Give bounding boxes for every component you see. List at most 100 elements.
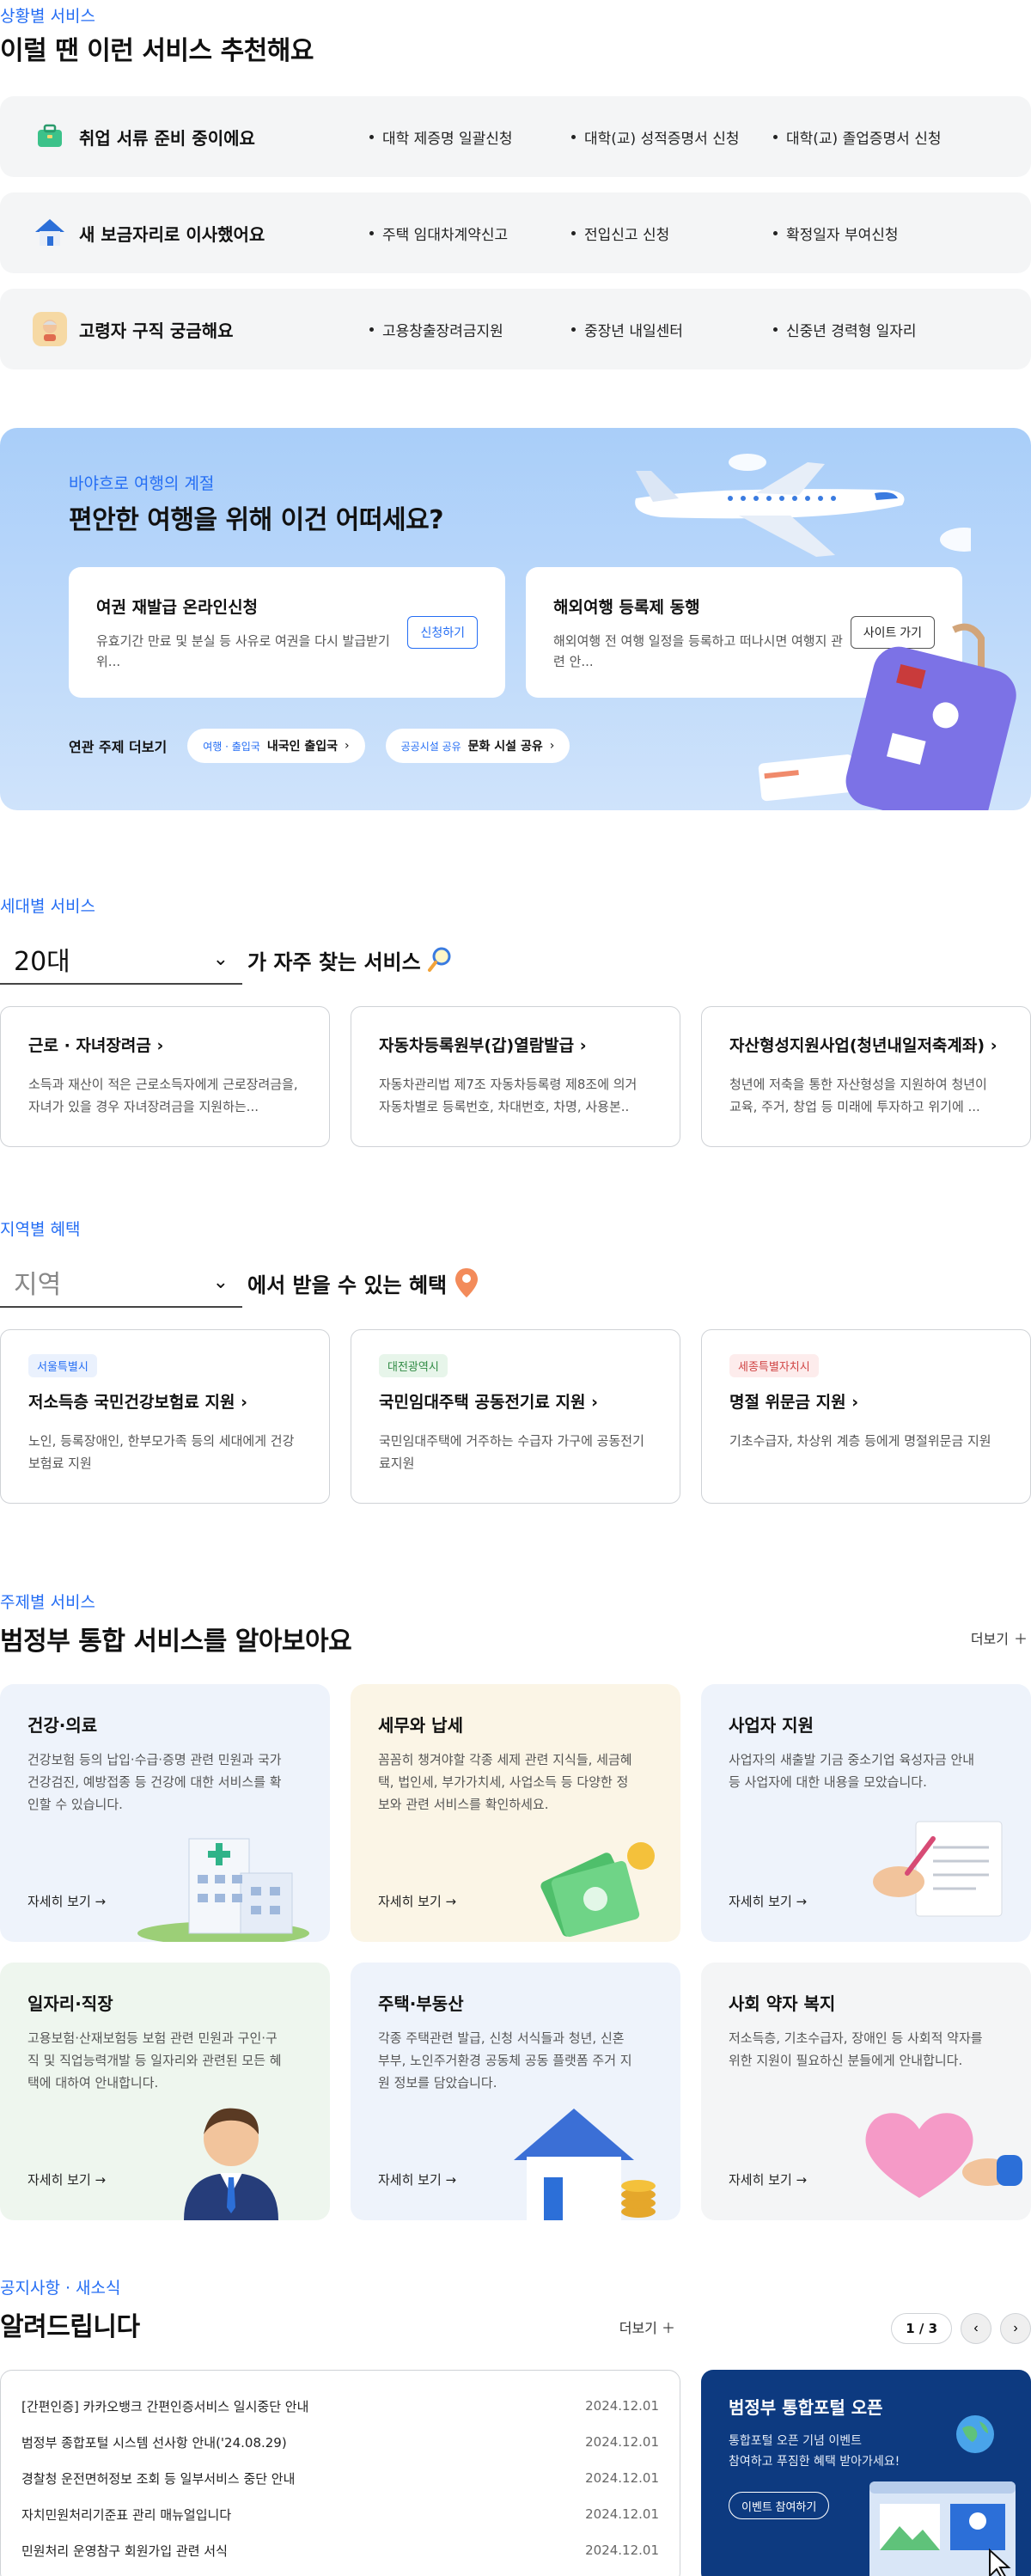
travel-eyebrow: 바야흐로 여행의 계절 bbox=[69, 474, 215, 493]
region-badge: 세종특별자치시 bbox=[729, 1354, 819, 1377]
chevron-right-icon: › bbox=[591, 1393, 598, 1412]
chevron-right-icon: › bbox=[549, 739, 555, 753]
region-select[interactable]: 지역 ⌄ bbox=[0, 1258, 242, 1308]
situation-link[interactable]: 중장년 내일센터 bbox=[571, 289, 683, 369]
prev-button[interactable]: ‹ bbox=[961, 2313, 991, 2344]
generation-suffix: 가 자주 찾는 서비스 bbox=[247, 949, 421, 974]
region-card[interactable]: 세종특별자치시 명절 위문금 지원 › 기초수급자, 차상위 계층 등에게 명절… bbox=[701, 1329, 1031, 1504]
topic-card-business[interactable]: 사업자 지원 사업자의 새출발 기금 중소기업 육성자금 안내 등 사업자에 대… bbox=[701, 1684, 1031, 1942]
topic-grid: 건강·의료 건강보험 등의 납입·수급·증명 관련 민원과 국가건강검진, 예방… bbox=[0, 1684, 1031, 2220]
notice-more-link[interactable]: 더보기 ＋ bbox=[619, 2317, 675, 2337]
document-signing-icon bbox=[873, 1821, 1003, 1917]
next-button[interactable]: › bbox=[1000, 2313, 1031, 2344]
detail-link[interactable]: 자세히 보기 → bbox=[378, 2170, 456, 2188]
notice-item[interactable]: 경찰청 운전면허정보 조회 등 일부서비스 중단 안내 2024.12.01 bbox=[21, 2460, 659, 2496]
region-badge: 서울특별시 bbox=[28, 1354, 97, 1377]
topic-card-welfare[interactable]: 사회 약자 복지 저소득층, 기초수급자, 장애인 등 사회적 약자를 위한 지… bbox=[701, 1963, 1031, 2220]
travel-title: 편안한 여행을 위해 이건 어떠세요? bbox=[69, 505, 444, 535]
topic-card-tax[interactable]: 세무와 납세 꼼꼼히 챙겨야할 각종 세제 관련 지식들, 세금혜택, 법인세,… bbox=[351, 1684, 680, 1942]
situation-link[interactable]: 대학(교) 졸업증명서 신청 bbox=[773, 96, 941, 177]
situation-eyebrow: 상황별 서비스 bbox=[0, 7, 95, 26]
house-coins-icon bbox=[514, 2109, 656, 2220]
situation-link[interactable]: 전입신고 신청 bbox=[571, 192, 669, 273]
situation-link[interactable]: 주택 임대차계약신고 bbox=[369, 192, 508, 273]
globe-icon bbox=[956, 2415, 994, 2453]
suitcase-icon bbox=[758, 623, 1016, 810]
situation-row-senior[interactable]: 고령자 구직 궁금해요 고용창출장려금지원 중장년 내일센터 신중년 경력형 일… bbox=[0, 289, 1031, 369]
generation-card[interactable]: 자동차등록원부(갑)열람발급 › 자동차관리법 제7조 자동차등록령 제8조에 … bbox=[351, 1006, 680, 1147]
page: 상황별 서비스 이럴 땐 이런 서비스 추천해요 취업 서류 준비 중이에요 대… bbox=[0, 0, 1031, 2576]
detail-link[interactable]: 자세히 보기 → bbox=[378, 1892, 456, 1910]
location-pin-icon bbox=[455, 1268, 479, 1297]
heart-hand-icon bbox=[865, 2113, 1022, 2198]
generation-section: 세대별 서비스 20대 ⌄ 가 자주 찾는 서비스 근로 · 자녀장려금 › 소… bbox=[0, 894, 1031, 1147]
travel-banner: 바야흐로 여행의 계절 편안한 여행을 위해 이건 어떠세요? 여권 재발급 온… bbox=[0, 428, 1031, 810]
related-chip-immigration[interactable]: 여행 · 출입국 내국인 출입국 › bbox=[187, 729, 365, 763]
airplane-icon bbox=[635, 454, 971, 557]
chevron-right-icon: › bbox=[345, 739, 350, 753]
situation-link[interactable]: 대학 제증명 일괄신청 bbox=[369, 96, 513, 177]
detail-link[interactable]: 자세히 보기 → bbox=[729, 1892, 807, 1910]
apply-button[interactable]: 신청하기 bbox=[407, 616, 478, 649]
chevron-down-icon: ⌄ bbox=[212, 948, 229, 970]
topic-section: 주제별 서비스 범정부 통합 서비스를 알아보아요 더보기 ＋ 건강·의료 건강보… bbox=[0, 1590, 1031, 2220]
generation-select[interactable]: 20대 ⌄ bbox=[0, 935, 242, 985]
chevron-right-icon: › bbox=[156, 1036, 164, 1055]
situation-row-title: 고령자 구직 궁금해요 bbox=[33, 289, 234, 369]
situation-row-moving[interactable]: 새 보금자리로 이사했어요 주택 임대차계약신고 전입신고 신청 확정일자 부여… bbox=[0, 192, 1031, 273]
chevron-left-icon: ‹ bbox=[973, 2321, 979, 2335]
situation-row-title: 취업 서류 준비 중이에요 bbox=[33, 96, 255, 177]
chevron-right-icon: › bbox=[1013, 2321, 1018, 2335]
generation-eyebrow: 세대별 서비스 bbox=[0, 897, 95, 916]
magnifier-icon bbox=[427, 947, 451, 972]
region-suffix: 에서 받을 수 있는 혜택 bbox=[247, 1273, 448, 1297]
detail-link[interactable]: 자세히 보기 → bbox=[27, 2170, 106, 2188]
travel-card-passport[interactable]: 여권 재발급 온라인신청 유효기간 만료 및 분실 등 사유로 여권을 다시 발… bbox=[69, 567, 505, 698]
detail-link[interactable]: 자세히 보기 → bbox=[27, 1892, 106, 1910]
promo-pager: 1 / 3 ‹ › bbox=[891, 2313, 1031, 2344]
region-card[interactable]: 대전광역시 국민임대주택 공동전기료 지원 › 국민임대주택에 거주하는 수급자… bbox=[351, 1329, 680, 1504]
region-cards: 서울특별시 저소득층 국민건강보험료 지원 › 노인, 등록장애인, 한부모가족… bbox=[0, 1329, 1031, 1504]
situation-link[interactable]: 신중년 경력형 일자리 bbox=[773, 289, 917, 369]
region-section: 지역별 혜택 지역 ⌄ 에서 받을 수 있는 혜택 서울특별시 저소득층 국민건… bbox=[0, 1217, 1031, 1504]
related-topics: 연관 주제 더보기 여행 · 출입국 내국인 출입국 › 공공시설 공유 문화 … bbox=[69, 729, 570, 763]
topic-card-jobs[interactable]: 일자리·직장 고용보험·산재보험등 보험 관련 민원과 구인·구직 및 직업능력… bbox=[0, 1963, 330, 2220]
notice-section: 공지사항 · 새소식 알려드립니다 더보기 ＋ 1 / 3 ‹ › [간편인증]… bbox=[0, 2275, 1031, 2576]
generation-cards: 근로 · 자녀장려금 › 소득과 재산이 적은 근로소득자에게 근로장려금을, … bbox=[0, 1006, 1031, 1147]
event-join-button[interactable]: 이벤트 참여하기 bbox=[729, 2492, 830, 2519]
notice-item[interactable]: [간편인증] 카카오뱅크 간편인증서비스 일시중단 안내 2024.12.01 bbox=[21, 2388, 659, 2424]
region-card[interactable]: 서울특별시 저소득층 국민건강보험료 지원 › 노인, 등록장애인, 한부모가족… bbox=[0, 1329, 330, 1504]
page-indicator: 1 / 3 bbox=[891, 2313, 952, 2344]
situation-row-title: 새 보금자리로 이사했어요 bbox=[33, 192, 265, 273]
detail-link[interactable]: 자세히 보기 → bbox=[729, 2170, 807, 2188]
situation-link[interactable]: 고용창출장려금지원 bbox=[369, 289, 503, 369]
generation-card[interactable]: 자산형성지원사업(청년내일저축계좌) › 청년에 저축을 통한 자산형성을 지원… bbox=[701, 1006, 1031, 1147]
notice-item[interactable]: 민원처리 운영참구 회원가입 관련 서식 2024.12.01 bbox=[21, 2532, 659, 2568]
topic-eyebrow: 주제별 서비스 bbox=[0, 1593, 95, 1612]
situation-title: 이럴 땐 이런 서비스 추천해요 bbox=[0, 36, 314, 66]
situation-row-job[interactable]: 취업 서류 준비 중이에요 대학 제증명 일괄신청 대학(교) 성적증명서 신청… bbox=[0, 96, 1031, 177]
generation-card[interactable]: 근로 · 자녀장려금 › 소득과 재산이 적은 근로소득자에게 근로장려금을, … bbox=[0, 1006, 330, 1147]
chevron-right-icon: › bbox=[241, 1393, 247, 1412]
more-link[interactable]: 더보기 ＋ bbox=[971, 1627, 1028, 1648]
topic-card-health[interactable]: 건강·의료 건강보험 등의 납입·수급·증명 관련 민원과 국가건강검진, 예방… bbox=[0, 1684, 330, 1942]
chevron-right-icon: › bbox=[990, 1036, 997, 1055]
topic-title: 범정부 통합 서비스를 알아보아요 bbox=[0, 1627, 352, 1657]
notice-eyebrow: 공지사항 · 새소식 bbox=[0, 2279, 121, 2298]
notice-list: [간편인증] 카카오뱅크 간편인증서비스 일시중단 안내 2024.12.01 범… bbox=[0, 2370, 680, 2576]
house-icon bbox=[33, 216, 67, 250]
briefcase-icon bbox=[33, 119, 67, 154]
topic-card-housing[interactable]: 주택·부동산 각종 주택관련 발급, 신청 서식들과 청년, 신혼부부, 노인주… bbox=[351, 1963, 680, 2220]
region-select-row: 지역 ⌄ 에서 받을 수 있는 혜택 bbox=[0, 1258, 479, 1308]
situation-link[interactable]: 확정일자 부여신청 bbox=[773, 192, 899, 273]
region-eyebrow: 지역별 혜택 bbox=[0, 1220, 81, 1239]
related-chip-culture[interactable]: 공공시설 공유 문화 시설 공유 › bbox=[385, 729, 570, 763]
money-stack-icon bbox=[540, 1842, 655, 1938]
notice-item[interactable]: 범정부 종합포털 시스템 선사항 안내('24.08.29) 2024.12.01 bbox=[21, 2424, 659, 2460]
businessman-icon bbox=[184, 2108, 278, 2220]
promo-card[interactable]: 범정부 통합포털 오픈 통합포털 오픈 기념 이벤트 참여하고 푸짐한 혜택 받… bbox=[701, 2370, 1031, 2576]
plus-icon: ＋ bbox=[1013, 1631, 1028, 1647]
situation-link[interactable]: 대학(교) 성적증명서 신청 bbox=[571, 96, 739, 177]
region-badge: 대전광역시 bbox=[379, 1354, 448, 1377]
notice-item[interactable]: 자치민원처리기준표 관리 매뉴얼입니다 2024.12.01 bbox=[21, 2496, 659, 2532]
